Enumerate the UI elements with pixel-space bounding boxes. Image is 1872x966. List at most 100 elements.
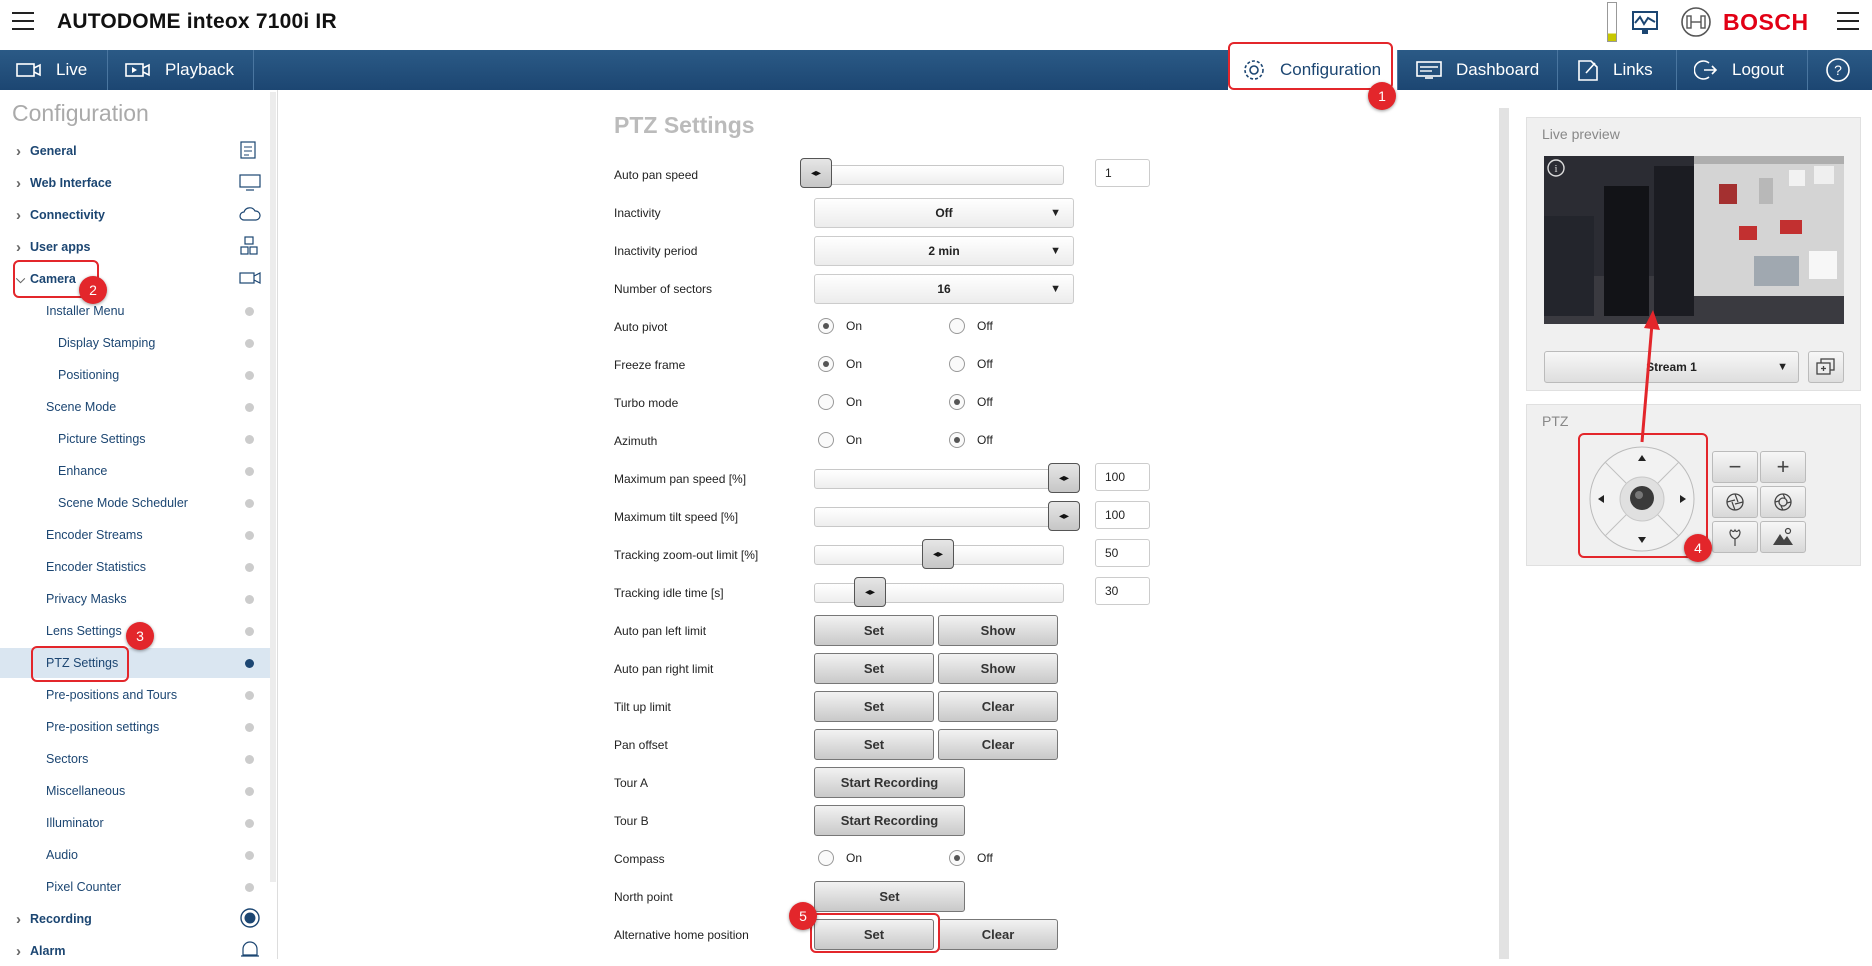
sidebar-item-pre-position-settings[interactable]: Pre-position settings xyxy=(0,712,270,742)
compass-on-radio[interactable]: On xyxy=(818,850,862,866)
sidebar-item-web-interface[interactable]: › Web Interface xyxy=(0,168,270,198)
number-of-sectors-label: Number of sectors xyxy=(614,282,713,296)
add-view-button[interactable] xyxy=(1808,351,1844,383)
iris-open-button[interactable] xyxy=(1760,486,1806,518)
sidebar-item-label: Recording xyxy=(30,912,92,926)
sidebar-item-installer-menu[interactable]: Installer Menu xyxy=(0,296,270,326)
chevron-right-icon[interactable]: › xyxy=(16,175,21,192)
nav-help[interactable]: ? xyxy=(1809,50,1872,90)
sidebar-item-scene-mode[interactable]: Scene Mode xyxy=(0,392,270,422)
chevron-right-icon[interactable]: › xyxy=(16,239,21,256)
sidebar-item-positioning[interactable]: Positioning xyxy=(0,360,270,390)
nav-live[interactable]: Live xyxy=(0,50,108,90)
turbo-mode-on-radio[interactable]: On xyxy=(818,394,862,410)
nav-playback[interactable]: Playback xyxy=(109,50,254,90)
tracking-zoom-out-input[interactable]: 50 xyxy=(1095,539,1150,567)
auto-pivot-off-radio[interactable]: Off xyxy=(949,318,993,334)
max-tilt-speed-handle[interactable]: ◂▸ xyxy=(1048,501,1080,531)
chevron-right-icon[interactable]: › xyxy=(16,943,21,960)
freeze-frame-on-radio[interactable]: On xyxy=(818,356,862,372)
azimuth-on-radio[interactable]: On xyxy=(818,432,862,448)
sidebar-item-display-stamping[interactable]: Display Stamping xyxy=(0,328,270,358)
sidebar-item-pre-positions-and-tours[interactable]: Pre-positions and Tours xyxy=(0,680,270,710)
level-indicator-icon xyxy=(1607,2,1617,42)
max-pan-speed-slider[interactable] xyxy=(814,469,1064,489)
sidebar-item-encoder-statistics[interactable]: Encoder Statistics xyxy=(0,552,270,582)
status-dot-icon xyxy=(245,370,254,380)
tilt-up-clear-button[interactable]: Clear xyxy=(938,691,1058,722)
number-of-sectors-select[interactable]: 16 ▼ xyxy=(814,274,1074,304)
tracking-idle-handle[interactable]: ◂▸ xyxy=(854,577,886,607)
inactivity-period-select[interactable]: 2 min ▼ xyxy=(814,236,1074,266)
sidebar-scrollbar[interactable] xyxy=(270,92,276,882)
chevron-right-icon[interactable]: › xyxy=(16,207,21,224)
sidebar-item-recording[interactable]: › Recording xyxy=(0,904,270,934)
cloud-icon xyxy=(239,206,261,225)
iris-close-button[interactable] xyxy=(1712,486,1758,518)
max-tilt-speed-slider[interactable] xyxy=(814,507,1064,527)
sidebar-item-alarm[interactable]: › Alarm xyxy=(0,936,270,966)
tracking-zoom-out-handle[interactable]: ◂▸ xyxy=(922,539,954,569)
logout-icon xyxy=(1694,60,1718,80)
focus-near-button[interactable] xyxy=(1712,521,1758,553)
sidebar-item-picture-settings[interactable]: Picture Settings xyxy=(0,424,270,454)
max-pan-speed-input[interactable]: 100 xyxy=(1095,463,1150,491)
pan-offset-set-button[interactable]: Set xyxy=(814,729,934,760)
focus-far-button[interactable] xyxy=(1760,521,1806,553)
sidebar-item-miscellaneous[interactable]: Miscellaneous xyxy=(0,776,270,806)
sidebar-item-sectors[interactable]: Sectors xyxy=(0,744,270,774)
auto-pivot-on-radio[interactable]: On xyxy=(818,318,862,334)
auto-pan-speed-input[interactable]: 1 xyxy=(1095,159,1150,187)
sidebar-item-encoder-streams[interactable]: Encoder Streams xyxy=(0,520,270,550)
north-point-set-button[interactable]: Set xyxy=(814,881,965,912)
sidebar-item-connectivity[interactable]: › Connectivity xyxy=(0,200,270,230)
auto-pan-left-show-button[interactable]: Show xyxy=(938,615,1058,646)
compass-off-radio[interactable]: Off xyxy=(949,850,993,866)
nav-links[interactable]: Links xyxy=(1559,50,1677,90)
sidebar-item-illuminator[interactable]: Illuminator xyxy=(0,808,270,838)
max-pan-speed-handle[interactable]: ◂▸ xyxy=(1048,463,1080,493)
help-icon: ? xyxy=(1826,58,1850,82)
zoom-out-button[interactable]: − xyxy=(1712,451,1758,483)
chevron-right-icon[interactable]: › xyxy=(16,143,21,160)
sidebar-item-pixel-counter[interactable]: Pixel Counter xyxy=(0,872,270,902)
more-menu-icon[interactable] xyxy=(1837,12,1859,32)
pan-offset-clear-button[interactable]: Clear xyxy=(938,729,1058,760)
max-tilt-speed-input[interactable]: 100 xyxy=(1095,501,1150,529)
main-nav: Live Playback Configuration Dashboard Li… xyxy=(0,50,1872,90)
tracking-idle-slider[interactable] xyxy=(814,583,1064,603)
sidebar-item-user-apps[interactable]: › User apps xyxy=(0,232,270,262)
sidebar-item-label: Miscellaneous xyxy=(46,784,126,798)
nav-dashboard[interactable]: Dashboard xyxy=(1400,50,1558,90)
menu-icon[interactable] xyxy=(12,12,34,32)
auto-pan-left-set-button[interactable]: Set xyxy=(814,615,934,646)
tilt-up-set-button[interactable]: Set xyxy=(814,691,934,722)
main-scrollbar[interactable] xyxy=(1499,108,1509,959)
alt-home-clear-button[interactable]: Clear xyxy=(938,919,1058,950)
tracking-idle-input[interactable]: 30 xyxy=(1095,577,1150,605)
sidebar-item-enhance[interactable]: Enhance xyxy=(0,456,270,486)
sidebar-item-scene-mode-scheduler[interactable]: Scene Mode Scheduler xyxy=(0,488,270,518)
zoom-in-button[interactable]: + xyxy=(1760,451,1806,483)
inactivity-select[interactable]: Off ▼ xyxy=(814,198,1074,228)
tour-b-start-recording-button[interactable]: Start Recording xyxy=(814,805,965,836)
tour-a-start-recording-button[interactable]: Start Recording xyxy=(814,767,965,798)
azimuth-off-radio[interactable]: Off xyxy=(949,432,993,448)
compass-label: Compass xyxy=(614,852,665,866)
auto-pan-speed-slider[interactable] xyxy=(814,165,1064,185)
apps-icon xyxy=(239,235,259,259)
system-monitor-icon[interactable] xyxy=(1630,8,1660,38)
turbo-mode-off-radio[interactable]: Off xyxy=(949,394,993,410)
freeze-frame-off-radio[interactable]: Off xyxy=(949,356,993,372)
live-video-image[interactable]: i xyxy=(1544,156,1844,324)
auto-pan-speed-handle[interactable]: ◂▸ xyxy=(800,158,832,188)
auto-pan-right-set-button[interactable]: Set xyxy=(814,653,934,684)
auto-pan-right-show-button[interactable]: Show xyxy=(938,653,1058,684)
north-point-label: North point xyxy=(614,890,673,904)
chevron-right-icon[interactable]: › xyxy=(16,911,21,928)
sidebar-item-general[interactable]: › General xyxy=(0,136,270,166)
sidebar-item-audio[interactable]: Audio xyxy=(0,840,270,870)
sidebar-item-privacy-masks[interactable]: Privacy Masks xyxy=(0,584,270,614)
nav-logout[interactable]: Logout xyxy=(1678,50,1808,90)
tracking-idle-label: Tracking idle time [s] xyxy=(614,586,724,600)
